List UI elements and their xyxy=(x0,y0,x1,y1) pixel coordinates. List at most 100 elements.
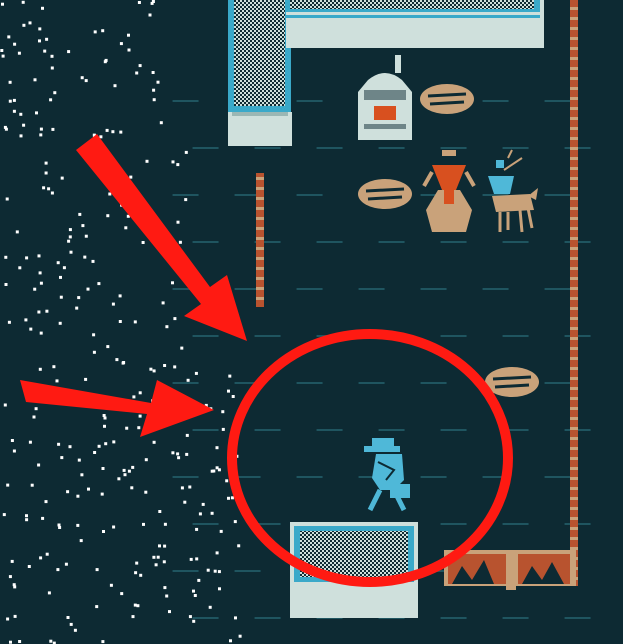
snow-dot xyxy=(201,502,205,506)
snow-dot xyxy=(176,452,180,456)
snow-dot xyxy=(19,112,23,116)
snow-dot xyxy=(76,523,80,527)
snow-dot xyxy=(47,591,51,595)
snow-dot xyxy=(68,228,72,232)
snow-dot xyxy=(163,522,167,526)
floor-dash xyxy=(420,382,447,384)
snow-dot xyxy=(210,511,214,515)
floor-dash xyxy=(192,335,219,337)
floor-dash xyxy=(440,617,467,619)
snow-dot xyxy=(97,444,101,448)
snow-dot xyxy=(189,557,193,561)
snow-dot xyxy=(28,440,32,444)
snow-dot xyxy=(152,555,156,559)
floor-dash xyxy=(502,241,529,243)
snow-dot xyxy=(221,427,225,431)
snow-dot xyxy=(156,80,160,84)
floor-dash xyxy=(358,288,385,290)
floor-dash xyxy=(172,570,199,572)
bread-icon[interactable] xyxy=(358,179,412,209)
floor-dash xyxy=(296,100,323,102)
floor-dash xyxy=(502,147,529,149)
snow-dot xyxy=(86,287,90,291)
snow-dot xyxy=(38,271,42,275)
snow-dot xyxy=(162,560,166,564)
floor-dash xyxy=(254,429,281,431)
snow-dot xyxy=(66,490,70,494)
snow-dot xyxy=(22,23,26,27)
snow-dot xyxy=(149,367,153,371)
snow-dot xyxy=(50,191,54,195)
snow-dot xyxy=(33,78,37,82)
snow-dot xyxy=(80,76,84,80)
snow-dot xyxy=(7,35,11,39)
snow-dot xyxy=(193,594,197,597)
snow-dot xyxy=(41,6,44,10)
snow-dot xyxy=(81,224,85,228)
snow-dot xyxy=(8,99,12,103)
floor-dash xyxy=(192,429,219,431)
snow-dot xyxy=(25,518,29,522)
snow-dot xyxy=(120,592,124,596)
snow-dot xyxy=(2,513,6,517)
floor-dash xyxy=(420,476,447,478)
bread-icon[interactable] xyxy=(420,84,474,114)
floor-dash xyxy=(440,147,467,149)
snow-dot xyxy=(185,452,189,456)
snow-dot xyxy=(43,49,47,53)
snow-dot xyxy=(38,39,41,43)
snow-dot xyxy=(66,616,70,619)
snow-dot xyxy=(57,523,61,527)
snow-dot xyxy=(25,256,29,260)
snow-dot xyxy=(77,458,81,462)
snow-dot xyxy=(32,415,36,419)
floor-dash xyxy=(192,147,219,149)
snow-dot xyxy=(106,214,110,218)
snow-dot xyxy=(192,619,196,623)
floor-dash xyxy=(172,194,199,196)
snow-dot xyxy=(4,255,8,259)
snow-dot xyxy=(156,555,160,559)
snow-dot xyxy=(62,266,66,270)
snow-dot xyxy=(195,527,199,531)
snow-dot xyxy=(10,559,14,563)
snow-dot xyxy=(18,640,22,643)
snow-dot xyxy=(135,71,139,75)
snow-dot xyxy=(109,583,113,587)
snow-dot xyxy=(234,616,237,620)
snow-dot xyxy=(186,378,190,382)
snow-dot xyxy=(73,628,77,632)
snow-dot xyxy=(92,333,96,337)
snow-dot xyxy=(3,403,7,407)
snow-dot xyxy=(8,575,12,579)
snow-dot xyxy=(12,583,16,587)
snow-dot xyxy=(1,2,4,6)
snow-dot xyxy=(230,496,234,500)
snow-dot xyxy=(152,88,156,92)
snow-dot xyxy=(161,301,165,305)
snow-dot xyxy=(6,483,10,487)
snow-dot xyxy=(118,320,122,323)
snow-dot xyxy=(108,192,112,196)
snow-dot xyxy=(119,130,123,134)
snow-dot xyxy=(217,468,221,472)
snow-dot xyxy=(51,127,55,131)
snow-dot xyxy=(91,259,95,263)
snow-dot xyxy=(49,639,53,643)
snow-dot xyxy=(92,350,96,354)
floor-dash xyxy=(440,523,467,525)
snow-dot xyxy=(83,255,87,259)
snow-dot xyxy=(139,573,143,577)
snow-dot xyxy=(34,407,38,411)
snow-dot xyxy=(41,516,45,520)
snow-dot xyxy=(124,226,128,230)
snow-dot xyxy=(104,58,108,62)
snow-dot xyxy=(117,477,121,481)
floor-dash xyxy=(296,476,323,478)
snow-dot xyxy=(158,510,162,513)
snow-dot xyxy=(5,197,9,201)
snow-dot xyxy=(184,150,188,154)
snow-dot xyxy=(37,254,41,258)
snow-dot xyxy=(176,163,180,167)
floor-dash xyxy=(254,147,281,149)
